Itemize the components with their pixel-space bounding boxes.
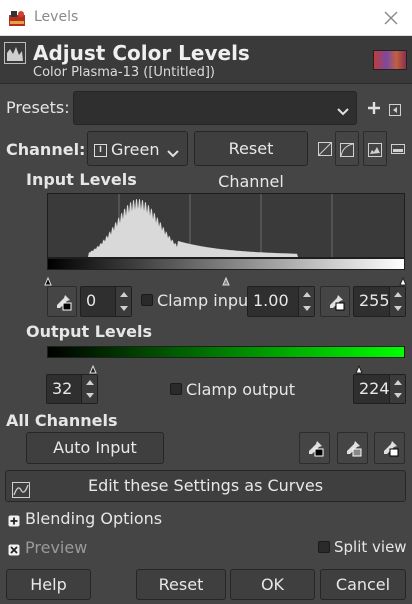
pick-black-point-button[interactable] [47, 286, 77, 317]
log-histogram-button[interactable] [335, 131, 359, 166]
pick-white-point-button[interactable] [320, 286, 350, 317]
cancel-button[interactable]: Cancel [320, 569, 406, 600]
presets-combo[interactable] [73, 91, 357, 125]
spinner-arrows-icon[interactable] [81, 375, 97, 403]
input-histogram [47, 193, 405, 258]
output-low-value: 32 [52, 379, 73, 398]
reset-button[interactable]: Reset [136, 569, 226, 600]
dialog-title: Adjust Color Levels [33, 41, 250, 65]
output-levels-label: Output Levels [26, 322, 153, 341]
split-view-label[interactable]: Split view [334, 538, 407, 556]
input-high-value: 255 [359, 291, 390, 310]
input-high-spinner[interactable]: 255 [353, 286, 406, 317]
chevron-down-icon [166, 144, 180, 163]
channel-icon [94, 142, 107, 161]
close-icon[interactable] [382, 9, 400, 27]
log-histogram-icon [340, 142, 354, 161]
preview-label[interactable]: Preview [25, 538, 87, 557]
spinner-arrows-icon[interactable] [389, 375, 405, 403]
expander-plus-icon[interactable] [8, 512, 20, 531]
output-high-value: 224 [359, 379, 390, 398]
dialog-subtitle: Color Plasma-13 ([Untitled]) [33, 65, 215, 80]
linear-histogram-icon[interactable] [318, 141, 332, 160]
spinner-arrows-icon[interactable] [389, 287, 405, 316]
presets-label: Presets: [6, 98, 70, 117]
pick-black-all-button[interactable] [299, 432, 330, 464]
window-titlebar: Levels [0, 0, 412, 36]
reset-channel-button[interactable]: Reset Channel [194, 131, 308, 191]
output-low-spinner[interactable]: 32 [46, 374, 98, 404]
histogram-icon [4, 42, 26, 64]
all-channels-label: All Channels [6, 411, 118, 430]
histogram-view-icon [368, 142, 382, 161]
split-view-checkbox[interactable] [318, 541, 330, 553]
histogram-view-button[interactable] [363, 131, 387, 166]
spinner-arrows-icon[interactable] [298, 287, 314, 316]
preset-menu-icon[interactable] [389, 101, 401, 120]
pick-white-all-button[interactable] [374, 432, 405, 464]
chevron-down-icon [336, 102, 350, 121]
edit-as-curves-label: Edit these Settings as Curves [87, 476, 324, 495]
preview-checkbox[interactable] [8, 541, 20, 560]
eyedropper-white-icon [381, 439, 399, 461]
blending-options-label[interactable]: Blending Options [25, 509, 162, 528]
gimp-app-icon [8, 9, 28, 27]
curves-icon [12, 478, 30, 508]
add-preset-icon[interactable] [367, 100, 381, 119]
dialog-header: Adjust Color Levels Color Plasma-13 ([Un… [0, 36, 412, 84]
window-title: Levels [34, 9, 79, 25]
spinner-arrows-icon[interactable] [115, 287, 131, 316]
input-gamma-handle[interactable] [222, 271, 230, 290]
input-low-spinner[interactable]: 0 [80, 286, 132, 317]
eyedropper-black-icon [54, 293, 72, 315]
image-thumbnail [373, 50, 407, 70]
clamp-input-checkbox[interactable] [141, 294, 153, 306]
input-gamma-spinner[interactable]: 1.00 [247, 286, 315, 317]
pick-gray-all-button[interactable] [337, 432, 368, 464]
output-high-spinner[interactable]: 224 [353, 374, 406, 404]
input-gamma-value: 1.00 [253, 291, 289, 310]
clamp-output-label: Clamp output [186, 380, 296, 399]
help-button[interactable]: Help [6, 569, 91, 600]
eyedropper-black-icon [306, 439, 324, 461]
output-gradient [47, 346, 405, 358]
input-gradient [47, 258, 405, 270]
clamp-output-checkbox[interactable] [170, 383, 182, 395]
eyedropper-gray-icon [344, 439, 362, 461]
channel-value: Green [111, 140, 160, 159]
input-low-value: 0 [86, 291, 97, 310]
ok-button[interactable]: OK [230, 569, 315, 600]
input-levels-label: Input Levels [26, 170, 137, 189]
edit-as-curves-button[interactable]: Edit these Settings as Curves [5, 470, 406, 502]
eyedropper-white-icon [327, 293, 345, 315]
clamp-input-label: Clamp input [157, 291, 255, 310]
auto-input-levels-button[interactable]: Auto Input Levels [26, 432, 164, 487]
histogram-full-icon[interactable] [391, 141, 405, 160]
channel-combo[interactable]: Green [87, 131, 188, 166]
channel-label: Channel: [6, 140, 86, 159]
